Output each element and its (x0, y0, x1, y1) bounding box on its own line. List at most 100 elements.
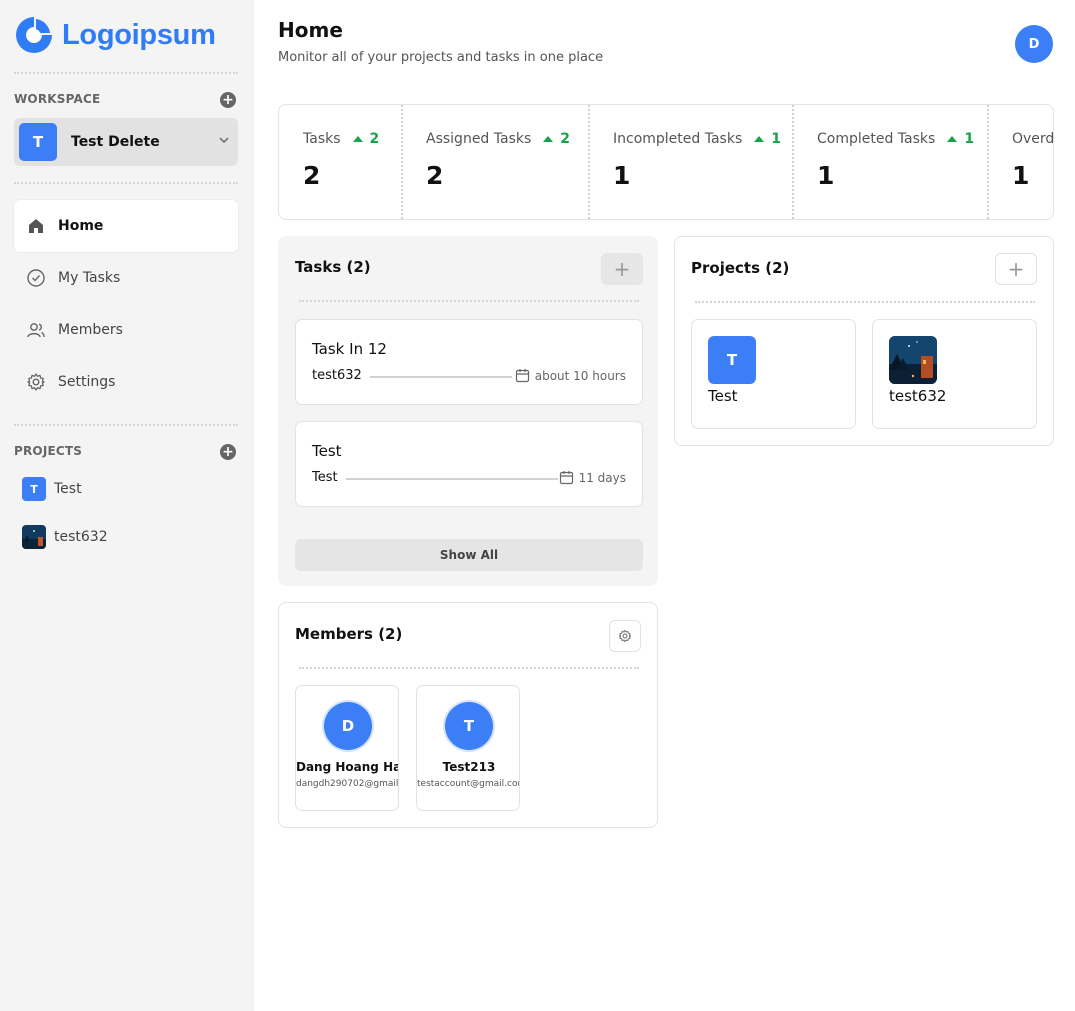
stat-delta-value: 2 (369, 131, 380, 147)
project-avatar: T (22, 477, 46, 501)
projects-panel: Projects (2) + T Test test632 (674, 236, 1054, 446)
logo[interactable]: Logoipsum (14, 15, 216, 55)
check-circle-icon (27, 269, 45, 287)
stat-delta: 2 (543, 131, 570, 147)
sidebar-project-label: Test (54, 481, 82, 497)
project-thumbnail (22, 525, 46, 549)
trend-up-icon (754, 136, 765, 142)
task-progress-line (370, 376, 512, 378)
divider (299, 667, 639, 669)
add-project-button[interactable]: + (995, 253, 1037, 285)
sidebar-project-label: test632 (54, 529, 108, 545)
project-card[interactable]: T Test (691, 319, 856, 429)
stat-tasks: Tasks 2 2 (279, 105, 401, 219)
members-panel-title: Members (2) (295, 625, 403, 643)
task-card[interactable]: Task In 12 test632 about 10 hours (295, 319, 643, 405)
project-thumbnail (889, 336, 937, 384)
member-name: Dang Hoang Ha (296, 760, 399, 774)
stat-label: Overd (1012, 131, 1054, 147)
task-name: Test (312, 442, 342, 460)
task-name: Task In 12 (312, 340, 387, 358)
add-workspace-icon[interactable]: + (220, 92, 236, 108)
project-avatar: T (708, 336, 756, 384)
users-icon (27, 323, 45, 338)
sidebar-project-test[interactable]: T Test (22, 477, 82, 501)
divider (14, 72, 238, 74)
nav-settings-label: Settings (58, 374, 116, 390)
divider (695, 301, 1035, 303)
add-task-button[interactable]: + (601, 253, 643, 285)
task-project: Test (312, 470, 338, 485)
member-card[interactable]: T Test213 testaccount@gmail.com (416, 685, 520, 811)
member-email: testaccount@gmail.com (417, 779, 520, 789)
page-subtitle: Monitor all of your projects and tasks i… (278, 50, 604, 65)
task-due-text: 11 days (578, 470, 626, 485)
stat-label: Completed Tasks (817, 131, 936, 147)
stat-assigned-tasks: Assigned Tasks 2 2 (402, 105, 588, 219)
plus-icon: + (613, 257, 631, 281)
member-name: Test213 (442, 760, 496, 774)
sidebar-project-test632[interactable]: test632 (22, 525, 108, 549)
task-due: about 10 hours (515, 368, 626, 383)
member-card[interactable]: D Dang Hoang Ha dangdh290702@gmail.com (295, 685, 399, 811)
task-progress-line (346, 478, 558, 480)
members-settings-button[interactable] (609, 620, 641, 652)
projects-label: PROJECTS (14, 444, 83, 458)
stat-label: Tasks (303, 131, 341, 147)
plus-icon: + (1007, 257, 1025, 281)
task-due: 11 days (559, 470, 626, 485)
project-name: test632 (889, 387, 947, 405)
nav-members[interactable]: Members (14, 304, 238, 356)
user-avatar[interactable]: D (1015, 25, 1053, 63)
trend-up-icon (352, 136, 363, 142)
show-all-button[interactable]: Show All (295, 539, 643, 571)
stat-delta-value: 2 (560, 131, 571, 147)
stat-value: 2 (303, 161, 321, 190)
trend-up-icon (947, 136, 958, 142)
tasks-panel: Tasks (2) + Task In 12 test632 about 10 … (278, 236, 658, 586)
project-card[interactable]: test632 (872, 319, 1037, 429)
stat-value: 1 (1012, 161, 1030, 190)
nav-my-tasks-label: My Tasks (58, 270, 121, 286)
chevron-down-icon (219, 137, 229, 144)
stat-delta-value: 1 (771, 131, 781, 147)
stat-incompleted-tasks: Incompleted Tasks 1 1 (589, 105, 792, 219)
nav-home[interactable]: Home (14, 200, 238, 252)
stat-completed-tasks: Completed Tasks 1 1 (793, 105, 987, 219)
stat-value: 2 (426, 161, 444, 190)
nav-home-label: Home (58, 218, 104, 234)
stat-delta: 1 (754, 131, 781, 147)
nav-my-tasks[interactable]: My Tasks (14, 252, 238, 304)
workspace-name: Test Delete (71, 134, 160, 150)
gear-icon (618, 629, 632, 643)
add-project-icon[interactable]: + (220, 444, 236, 460)
tasks-panel-title: Tasks (2) (295, 258, 371, 276)
calendar-icon (559, 471, 573, 485)
workspace-avatar: T (19, 123, 57, 161)
task-due-text: about 10 hours (534, 368, 626, 383)
workspace-switcher[interactable]: T Test Delete (14, 118, 238, 166)
member-avatar: T (445, 702, 493, 750)
trend-up-icon (543, 136, 554, 142)
home-icon (29, 219, 43, 233)
stat-label: Incompleted Tasks (613, 131, 743, 147)
stat-label: Assigned Tasks (426, 131, 532, 147)
stat-delta-value: 1 (964, 131, 975, 147)
workspace-label: WORKSPACE (14, 92, 101, 106)
member-avatar: D (324, 702, 372, 750)
nav-members-label: Members (58, 322, 123, 338)
task-project: test632 (312, 368, 362, 383)
nav-settings[interactable]: Settings (14, 356, 238, 408)
page-title: Home (278, 18, 343, 42)
divider (14, 182, 238, 184)
member-email: dangdh290702@gmail.com (296, 779, 399, 789)
task-card[interactable]: Test Test 11 days (295, 421, 643, 507)
calendar-icon (515, 369, 529, 383)
gear-icon (27, 373, 45, 391)
project-image (889, 336, 937, 384)
logo-text: Logoipsum (62, 18, 216, 51)
divider (299, 300, 639, 302)
projects-panel-title: Projects (2) (691, 259, 790, 277)
members-panel: Members (2) D Dang Hoang Ha dangdh290702… (278, 602, 658, 828)
sidebar: Logoipsum WORKSPACE + T Test Delete Home… (0, 0, 254, 1011)
